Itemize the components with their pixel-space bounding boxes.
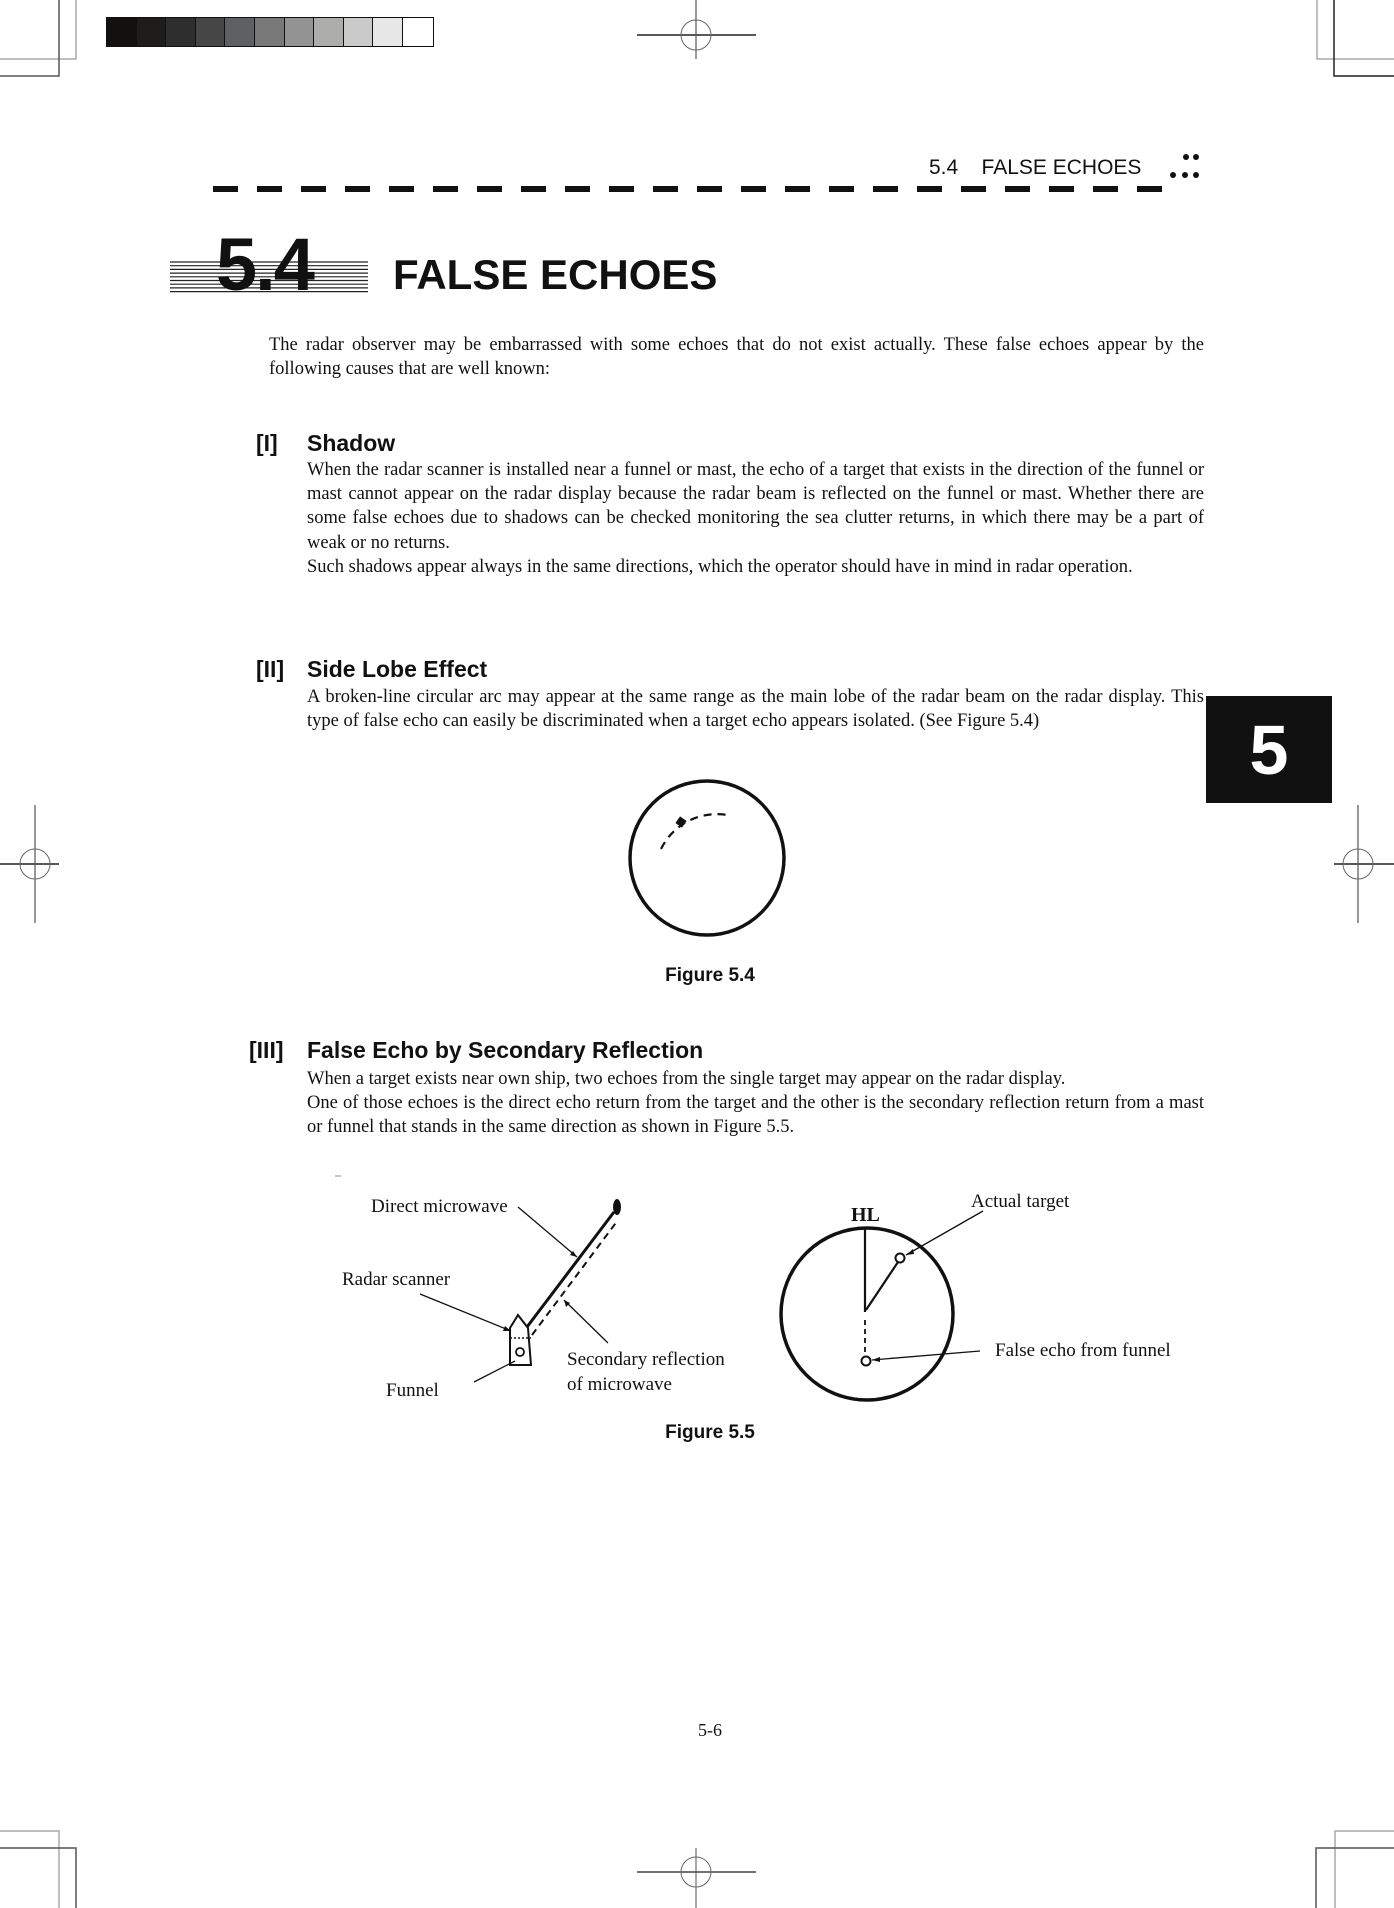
label-secondary-reflection-2: of microwave bbox=[567, 1374, 672, 1395]
gray-swatch bbox=[254, 18, 285, 46]
registration-mark-left bbox=[0, 805, 59, 923]
label-direct-microwave: Direct microwave bbox=[371, 1196, 508, 1217]
header-dash bbox=[653, 186, 678, 192]
crop-mark-bottom-left bbox=[0, 1830, 77, 1908]
header-dash bbox=[257, 186, 282, 192]
page-title: FALSE ECHOES bbox=[393, 251, 718, 298]
header-dash bbox=[609, 186, 634, 192]
direct-microwave-path bbox=[525, 1211, 616, 1328]
registration-mark-top bbox=[637, 0, 756, 59]
radar-display-circle-2 bbox=[779, 1226, 955, 1402]
crop-mark-top-left bbox=[0, 0, 77, 77]
header-dashed-rule bbox=[213, 186, 1162, 192]
section-2-number: [II] bbox=[256, 656, 285, 682]
gray-swatch bbox=[225, 18, 255, 46]
header-dash bbox=[873, 186, 898, 192]
registration-mark-bottom bbox=[637, 1848, 756, 1908]
leader-direct-microwave bbox=[517, 1206, 578, 1258]
header-dash bbox=[1093, 186, 1118, 192]
label-false-echo: False echo from funnel bbox=[995, 1340, 1171, 1361]
section-1-paragraph-1: When the radar scanner is installed near… bbox=[307, 460, 1204, 553]
actual-target-echo bbox=[894, 1252, 906, 1264]
intro-paragraph: The radar observer may be embarrassed wi… bbox=[269, 335, 1204, 380]
section-3-paragraph-1: When a target exists near own ship, two … bbox=[307, 1069, 1066, 1089]
header-dash bbox=[1137, 186, 1162, 192]
crop-mark-bottom-right bbox=[1315, 1830, 1394, 1908]
false-echo bbox=[860, 1355, 872, 1367]
header-dash bbox=[477, 186, 502, 192]
header-dash bbox=[213, 186, 238, 192]
label-secondary-reflection-1: Secondary reflection bbox=[567, 1349, 725, 1370]
header-dash bbox=[741, 186, 766, 192]
section-3-number: [III] bbox=[249, 1037, 284, 1063]
gray-swatch bbox=[136, 18, 167, 46]
figure-5-5-radar-diagram bbox=[779, 1210, 984, 1402]
header-dash bbox=[301, 186, 326, 192]
header-dash bbox=[1049, 186, 1074, 192]
running-header-title: FALSE ECHOES bbox=[981, 156, 1142, 179]
gray-swatch bbox=[107, 18, 137, 46]
header-dash bbox=[389, 186, 414, 192]
figure-5-5-caption: Figure 5.5 bbox=[665, 1422, 755, 1443]
secondary-reflection-path bbox=[531, 1219, 619, 1336]
radar-display-circle bbox=[628, 779, 786, 937]
target-bearing-line bbox=[865, 1261, 899, 1311]
chapter-tab: 5 bbox=[1206, 696, 1332, 803]
label-heading-line: HL bbox=[851, 1204, 880, 1226]
gray-swatch bbox=[166, 18, 196, 46]
header-dash bbox=[829, 186, 854, 192]
gray-swatch bbox=[195, 18, 226, 46]
header-dash bbox=[521, 186, 546, 192]
section-3-heading: False Echo by Secondary Reflection bbox=[307, 1037, 704, 1063]
leader-funnel bbox=[473, 1360, 516, 1383]
header-dash bbox=[565, 186, 590, 192]
leader-radar-scanner bbox=[419, 1293, 512, 1332]
section-1-heading: Shadow bbox=[307, 430, 396, 456]
header-dash bbox=[433, 186, 458, 192]
header-dot-ornament bbox=[1170, 154, 1199, 178]
gray-swatch bbox=[402, 18, 433, 46]
label-actual-target: Actual target bbox=[971, 1191, 1070, 1212]
figure-5-4-diagram bbox=[628, 779, 786, 937]
leader-actual-target bbox=[905, 1210, 984, 1256]
funnel-circle bbox=[515, 1347, 525, 1357]
target-object bbox=[613, 1199, 621, 1215]
page-number: 5-6 bbox=[698, 1720, 722, 1740]
gray-swatch bbox=[314, 18, 344, 46]
leader-secondary-reflection bbox=[563, 1299, 609, 1344]
registration-mark-right bbox=[1334, 805, 1394, 923]
section-2-paragraph-1: A broken-line circular arc may appear at… bbox=[307, 687, 1204, 732]
header-dash bbox=[697, 186, 722, 192]
side-lobe-arc bbox=[660, 813, 728, 850]
section-1-number: [I] bbox=[256, 430, 278, 456]
header-dash bbox=[345, 186, 370, 192]
header-dash bbox=[785, 186, 810, 192]
section-3-paragraph-2: One of those echoes is the direct echo r… bbox=[307, 1093, 1204, 1138]
target-echo bbox=[675, 816, 687, 828]
section-1-paragraph-2: Such shadows appear always in the same d… bbox=[307, 557, 1133, 577]
section-number: 5.4 bbox=[216, 223, 315, 306]
running-header-section: 5.4 bbox=[929, 156, 959, 179]
label-radar-scanner: Radar scanner bbox=[342, 1269, 451, 1290]
header-dash bbox=[1005, 186, 1030, 192]
header-dash bbox=[917, 186, 942, 192]
gray-swatch bbox=[343, 18, 374, 46]
gray-swatch bbox=[373, 18, 403, 46]
running-header: 5.4 FALSE ECHOES bbox=[929, 156, 1141, 180]
gray-scale-bar bbox=[106, 17, 434, 47]
figure-5-4-caption: Figure 5.4 bbox=[665, 965, 755, 986]
gray-swatch bbox=[284, 18, 315, 46]
section-2-heading: Side Lobe Effect bbox=[307, 656, 488, 682]
label-funnel: Funnel bbox=[386, 1380, 439, 1401]
header-dash bbox=[961, 186, 986, 192]
leader-false-echo bbox=[871, 1350, 981, 1361]
ship-hull bbox=[509, 1313, 533, 1366]
crop-mark-top-right bbox=[1316, 0, 1394, 77]
